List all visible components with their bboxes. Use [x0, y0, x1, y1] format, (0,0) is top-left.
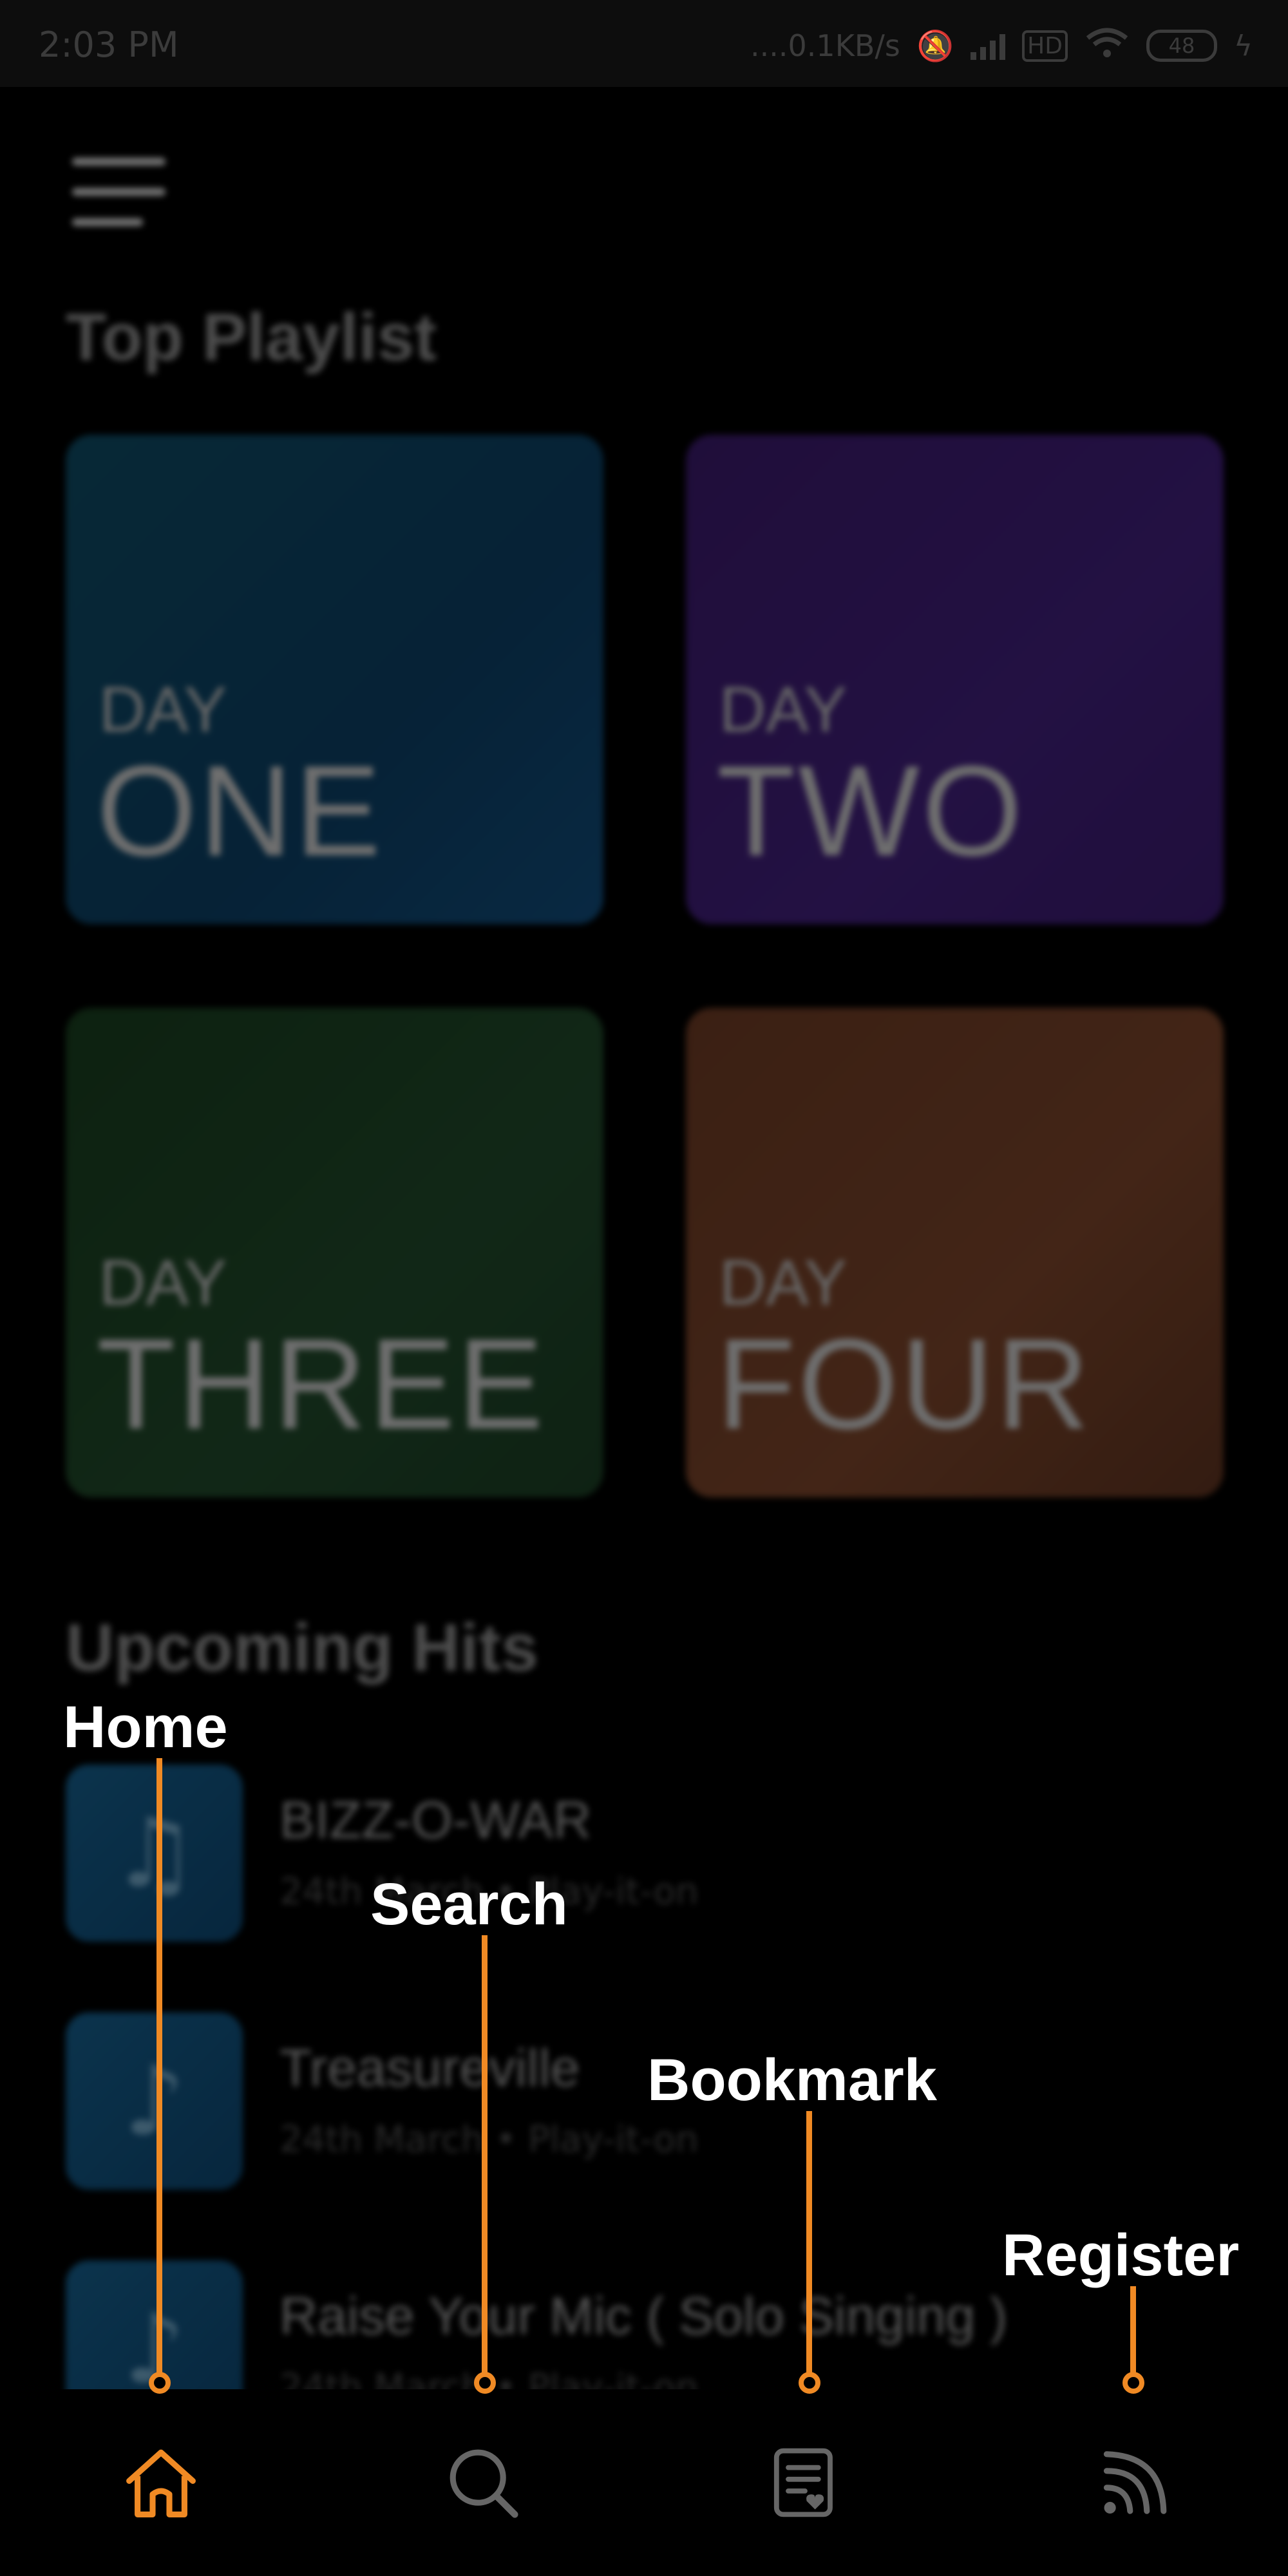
- playlist-tile-day-three[interactable]: DAY THREE: [66, 1008, 603, 1497]
- annotation-search-label: Search: [370, 1871, 568, 1937]
- annotation-home-leader: [156, 1758, 162, 2383]
- tile-day-name: THREE: [97, 1312, 546, 1456]
- nav-register-button[interactable]: [1005, 2389, 1262, 2576]
- annotation-register-dot: [1122, 2372, 1144, 2394]
- home-icon: [126, 2449, 196, 2517]
- annotation-bookmark-leader: [806, 2111, 812, 2383]
- hamburger-menu-icon[interactable]: [72, 158, 166, 229]
- list-item-song[interactable]: ♪ Treasureville 24th March • Play-it-on: [66, 2012, 1225, 2193]
- battery-level: 48: [1168, 33, 1195, 58]
- tile-day-label: DAY: [719, 1247, 848, 1319]
- song-title: BIZZ-O-WAR: [279, 1791, 592, 1850]
- search-icon: [450, 2449, 518, 2518]
- song-meta: 24th March • Play-it-on: [279, 2119, 699, 2161]
- annotation-search-leader: [482, 1935, 488, 2383]
- nav-bookmark-button[interactable]: [676, 2389, 934, 2576]
- tile-day-label: DAY: [719, 674, 848, 746]
- annotation-home-dot: [149, 2372, 171, 2394]
- annotation-home-label: Home: [63, 1694, 228, 1760]
- annotation-bookmark-label: Bookmark: [647, 2047, 937, 2113]
- song-title: Treasureville: [279, 2039, 580, 2098]
- bottom-navigation: [0, 2389, 1288, 2576]
- annotation-bookmark-dot: [799, 2372, 820, 2394]
- section-title-upcoming-hits: Upcoming Hits: [66, 1611, 538, 1685]
- tile-day-label: DAY: [99, 1247, 227, 1319]
- status-bar: 2:03 PM ....0.1KB/s 🔕 HD 48 ϟ: [0, 0, 1288, 87]
- annotation-register-leader: [1130, 2286, 1136, 2383]
- song-title: Raise Your Mic ( Solo Singing ): [279, 2287, 1008, 2345]
- rss-feed-icon: [1103, 2451, 1167, 2514]
- charging-icon: ϟ: [1233, 29, 1253, 62]
- tile-day-name: FOUR: [717, 1312, 1092, 1456]
- nav-home-button[interactable]: [32, 2389, 290, 2576]
- playlist-tile-day-two[interactable]: DAY TWO: [686, 435, 1224, 924]
- annotation-search-dot: [474, 2372, 496, 2394]
- music-note-icon: ♪: [66, 2012, 243, 2190]
- tile-day-label: DAY: [99, 674, 227, 746]
- list-item-song[interactable]: ♫ BIZZ-O-WAR 24th March • Play-it-on: [66, 1765, 1225, 1945]
- hd-icon: HD: [1022, 30, 1068, 62]
- music-note-icon: ♫: [66, 1765, 243, 1942]
- status-time: 2:03 PM: [39, 24, 179, 65]
- annotation-register-label: Register: [1002, 2222, 1240, 2288]
- status-icons: ....0.1KB/s 🔕 HD 48 ϟ: [750, 23, 1253, 68]
- section-title-top-playlist: Top Playlist: [66, 300, 437, 375]
- tile-day-name: TWO: [717, 739, 1025, 883]
- mute-bell-icon: 🔕: [916, 28, 954, 63]
- playlist-tile-day-four[interactable]: DAY FOUR: [686, 1008, 1224, 1497]
- app-content-dimmed: Top Playlist DAY ONE DAY TWO DAY THREE D…: [0, 87, 1288, 2438]
- signal-icon: [971, 32, 1006, 60]
- battery-icon: 48: [1146, 30, 1217, 62]
- net-speed: ....0.1KB/s: [750, 28, 900, 63]
- nav-search-button[interactable]: [354, 2389, 612, 2576]
- bookmark-list-icon: [773, 2448, 833, 2517]
- wifi-icon: [1084, 26, 1130, 66]
- playlist-tile-day-one[interactable]: DAY ONE: [66, 435, 603, 924]
- tile-day-name: ONE: [97, 739, 384, 883]
